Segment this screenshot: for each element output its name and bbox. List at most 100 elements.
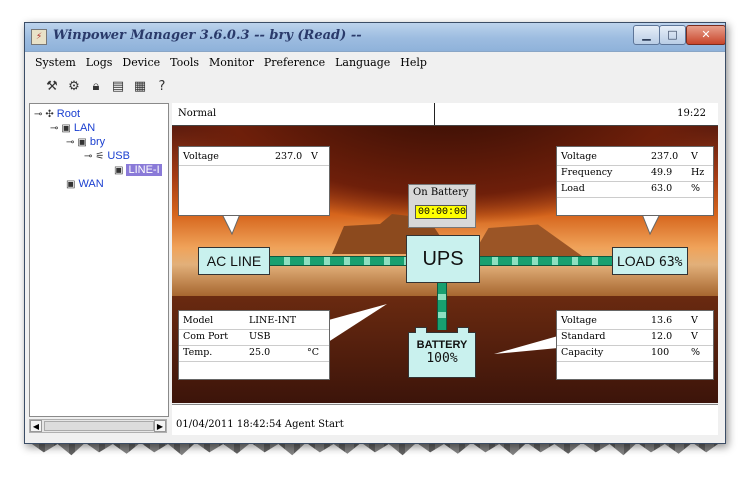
out-load-unit: %	[691, 183, 701, 194]
out-frequency-row: Frequency 49.9 Hz	[557, 165, 713, 180]
ac-voltage-unit: V	[311, 151, 318, 162]
ups-icon: ▣	[114, 165, 124, 176]
bat-capacity-row: Capacity 100 %	[557, 345, 713, 360]
tree-item-wan[interactable]: ▣ WAN	[66, 178, 104, 190]
scroll-thumb[interactable]	[44, 421, 154, 431]
menu-system[interactable]: System	[35, 56, 76, 69]
ac-line-box[interactable]: AC LINE	[198, 247, 270, 275]
menu-tools[interactable]: Tools	[170, 56, 199, 69]
wrench-icon[interactable]: ⚒	[43, 78, 61, 96]
out-voltage-unit: V	[691, 151, 698, 162]
comport-value: USB	[249, 331, 271, 342]
status-divider	[434, 103, 435, 125]
load-label: LOAD	[617, 253, 656, 269]
monitor-icon[interactable]: ▤	[109, 78, 127, 96]
expand-icon[interactable]: ⊸	[66, 137, 74, 148]
row-divider	[557, 197, 713, 198]
battery-terminal-icon	[457, 327, 469, 333]
ac-to-ups-wire	[270, 256, 406, 266]
tree-item-lan[interactable]: ⊸ ▣ LAN	[50, 122, 95, 134]
network-icon: ▣	[66, 179, 76, 190]
title-bar: ⚡ Winpower Manager 3.6.0.3 -- bry (Read)…	[25, 23, 725, 52]
status-time: 19:22	[677, 108, 706, 119]
tree-item-line[interactable]: ▣ LINE-I	[114, 164, 162, 176]
status-state: Normal	[178, 108, 217, 119]
out-voltage-row: Voltage 237.0 V	[557, 149, 713, 164]
row-divider	[179, 165, 329, 166]
ups-info-panel: Model LINE-INT Com Port USB Temp. 25.0 °…	[178, 310, 330, 380]
usb-icon: ⚟	[95, 151, 105, 162]
ac-voltage-label: Voltage	[183, 151, 219, 162]
tree-item-root[interactable]: ⊸ ✣ Root	[34, 108, 80, 120]
menu-language[interactable]: Language	[335, 56, 390, 69]
model-row: Model LINE-INT	[179, 313, 329, 328]
bat-standard-value: 12.0	[651, 331, 673, 342]
battery-panel: Voltage 13.6 V Standard 12.0 V Capacity …	[556, 310, 714, 380]
tree-item-usb[interactable]: ⊸ ⚟ USB	[84, 150, 130, 162]
bat-capacity-value: 100	[651, 347, 670, 358]
log-entry: 01/04/2011 18:42:54 Agent Start	[176, 419, 344, 430]
ups-to-load-wire	[478, 256, 612, 266]
out-frequency-unit: Hz	[691, 167, 705, 178]
bat-standard-label: Standard	[561, 331, 606, 342]
app-window: ⚡ Winpower Manager 3.6.0.3 -- bry (Read)…	[24, 22, 726, 444]
tree-item-host[interactable]: ⊸ ▣ bry	[66, 136, 105, 148]
out-load-label: Load	[561, 183, 585, 194]
temp-label: Temp.	[183, 347, 213, 358]
on-battery-timer: 00:00:00	[415, 205, 467, 219]
temp-row: Temp. 25.0 °C	[179, 345, 329, 360]
on-battery-indicator: On Battery 00:00:00	[408, 184, 476, 228]
close-button[interactable]: ✕	[686, 25, 725, 45]
help-icon[interactable]: ?	[153, 78, 171, 96]
out-voltage-value: 237.0	[651, 151, 679, 162]
menu-device[interactable]: Device	[122, 56, 160, 69]
bat-capacity-label: Capacity	[561, 347, 604, 358]
menu-monitor[interactable]: Monitor	[209, 56, 254, 69]
battery-terminal-icon	[415, 327, 427, 333]
row-divider	[557, 361, 713, 362]
on-battery-label: On Battery	[413, 187, 469, 198]
toolbar: ⚒ ⚙ 🔒︎ ▤ ▦ ?	[25, 72, 725, 102]
root-icon: ✣	[45, 109, 54, 120]
bat-voltage-value: 13.6	[651, 315, 673, 326]
bat-standard-row: Standard 12.0 V	[557, 329, 713, 344]
network-icon: ▣	[61, 123, 71, 134]
battery-box[interactable]: BATTERY 100%	[408, 327, 476, 378]
device-icon[interactable]: ⚙	[65, 78, 83, 96]
load-box[interactable]: LOAD 63%	[612, 247, 688, 275]
ac-input-panel: Voltage 237.0 V	[178, 146, 330, 216]
expand-icon[interactable]: ⊸	[84, 151, 92, 162]
menu-logs[interactable]: Logs	[86, 56, 113, 69]
computer-icon: ▣	[77, 137, 87, 148]
bat-standard-unit: V	[691, 331, 698, 342]
comport-row: Com Port USB	[179, 329, 329, 344]
out-frequency-value: 49.9	[651, 167, 673, 178]
calculator-icon[interactable]: ▦	[131, 78, 149, 96]
window-title: Winpower Manager 3.6.0.3 -- bry (Read) -…	[53, 28, 362, 43]
scroll-right-icon[interactable]: ▶	[154, 420, 166, 432]
ups-box[interactable]: UPS	[406, 235, 480, 283]
ac-voltage-value: 237.0	[275, 151, 303, 162]
row-divider	[179, 361, 329, 362]
maximize-button[interactable]: □	[659, 25, 686, 45]
lock-icon[interactable]: 🔒︎	[87, 78, 105, 96]
expand-icon[interactable]: ⊸	[50, 123, 58, 134]
battery-percent: 100%	[426, 351, 458, 366]
temp-unit: °C	[307, 347, 320, 358]
menu-help[interactable]: Help	[400, 56, 427, 69]
device-tree: ⊸ ✣ Root ⊸ ▣ LAN ⊸ ▣ bry ⊸ ⚟ USB ▣ LINE-I ▣ WAN	[29, 103, 169, 417]
app-icon: ⚡	[31, 29, 47, 45]
temp-value: 25.0	[249, 347, 271, 358]
scroll-left-icon[interactable]: ◀	[30, 420, 42, 432]
minimize-button[interactable]: ▁	[633, 25, 660, 45]
menu-bar: System Logs Device Tools Monitor Prefere…	[25, 52, 725, 72]
event-log: 01/04/2011 18:42:54 Agent Start	[172, 404, 718, 435]
status-bar: Normal 19:22	[172, 103, 718, 126]
menu-preference[interactable]: Preference	[264, 56, 325, 69]
monitor-panel: Voltage 237.0 V Voltage 237.0 V Frequenc…	[172, 126, 718, 403]
ups-to-battery-wire	[437, 282, 447, 330]
expand-icon[interactable]: ⊸	[34, 109, 42, 120]
tree-horizontal-scrollbar[interactable]: ◀ ▶	[29, 419, 167, 433]
model-label: Model	[183, 315, 214, 326]
load-percent: 63%	[659, 255, 683, 270]
